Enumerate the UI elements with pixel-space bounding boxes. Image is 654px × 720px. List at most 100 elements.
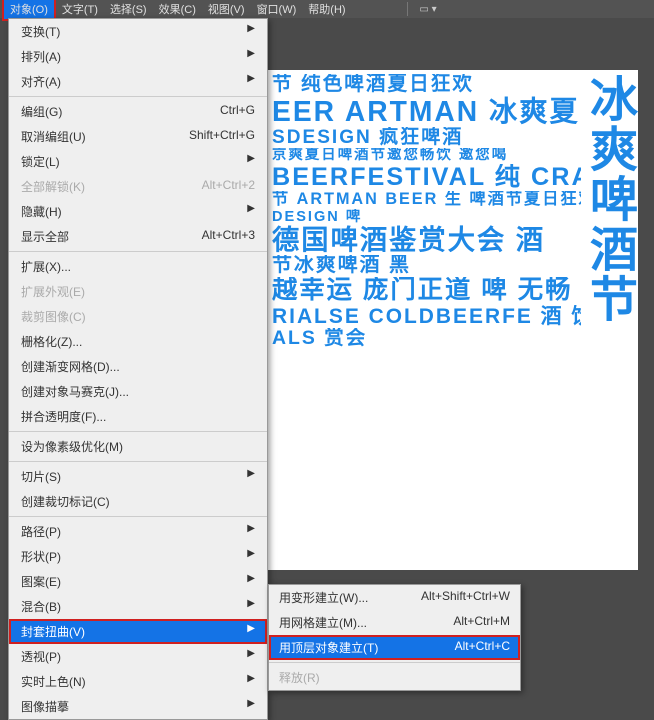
submenu-item-shortcut: Alt+Shift+Ctrl+W — [421, 589, 510, 606]
menu-separator — [9, 251, 267, 252]
menu-item-label: 创建对象马赛克(J)... — [21, 383, 129, 400]
submenu-item[interactable]: 用变形建立(W)... Alt+Shift+Ctrl+W — [269, 585, 520, 610]
menu-separator — [9, 516, 267, 517]
menu-item-label: 隐藏(H) — [21, 203, 62, 220]
menu-separator — [269, 662, 520, 663]
menu-item[interactable]: 编组(G) Ctrl+G — [9, 99, 267, 124]
menu-item-label: 实时上色(N) — [21, 673, 86, 690]
menu-item-label: 创建裁切标记(C) — [21, 493, 110, 510]
menu-item[interactable]: 对齐(A) ▶ — [9, 69, 267, 94]
menu-item-label: 锁定(L) — [21, 153, 60, 170]
submenu-item-label: 用顶层对象建立(T) — [279, 639, 378, 656]
menubar-item[interactable]: 效果(C) — [153, 0, 202, 19]
chevron-right-icon: ▶ — [247, 673, 255, 690]
menu-item-label: 栅格化(Z)... — [21, 333, 82, 350]
menu-item-label: 编组(G) — [21, 103, 62, 120]
chevron-right-icon: ▶ — [247, 548, 255, 565]
menu-item-label: 扩展外观(E) — [21, 283, 85, 300]
chevron-right-icon: ▶ — [247, 523, 255, 540]
menu-item[interactable]: 封套扭曲(V)▶ — [9, 619, 267, 644]
chevron-right-icon: ▶ — [247, 73, 255, 90]
menu-item-label: 裁剪图像(C) — [21, 308, 86, 325]
menu-item-label: 显示全部 — [21, 228, 69, 245]
chevron-right-icon: ▶ — [247, 468, 255, 485]
canvas-text-content: 冰爽啤酒节节 纯色啤酒夏日狂欢EER ARTMAN 冰爽夏日SDESIGN 疯狂… — [268, 70, 638, 570]
menu-item[interactable]: 扩展(X)... — [9, 254, 267, 279]
menu-item-label: 对齐(A) — [21, 73, 61, 90]
chevron-right-icon: ▶ — [247, 573, 255, 590]
menu-item-label: 拼合透明度(F)... — [21, 408, 106, 425]
menubar-item[interactable]: 帮助(H) — [302, 0, 351, 19]
menu-item[interactable]: 隐藏(H) ▶ — [9, 199, 267, 224]
menu-item[interactable]: 创建渐变网格(D)... — [9, 354, 267, 379]
menubar-item[interactable]: 窗口(W) — [251, 0, 303, 19]
menu-item[interactable]: 图像描摹 ▶ — [9, 694, 267, 719]
menu-item-shortcut: Ctrl+G — [220, 103, 255, 120]
menubar-item[interactable]: 视图(V) — [202, 0, 251, 19]
chevron-right-icon: ▶ — [247, 623, 255, 640]
menu-item[interactable]: 混合(B) ▶ — [9, 594, 267, 619]
menu-item[interactable]: 实时上色(N) ▶ — [9, 669, 267, 694]
menu-item-label: 设为像素级优化(M) — [21, 438, 123, 455]
menu-item-label: 取消编组(U) — [21, 128, 86, 145]
menu-item-shortcut: Shift+Ctrl+G — [189, 128, 255, 145]
menu-item[interactable]: 创建对象马赛克(J)... — [9, 379, 267, 404]
submenu-item[interactable]: 用网格建立(M)... Alt+Ctrl+M — [269, 610, 520, 635]
menu-item-label: 路径(P) — [21, 523, 61, 540]
menu-item[interactable]: 切片(S) ▶ — [9, 464, 267, 489]
submenu-item-shortcut: Alt+Ctrl+M — [453, 614, 510, 631]
menubar-item[interactable]: 选择(S) — [104, 0, 153, 19]
menu-item: 全部解锁(K) Alt+Ctrl+2 — [9, 174, 267, 199]
menu-item-label: 变换(T) — [21, 23, 60, 40]
submenu-item: 释放(R) — [269, 665, 520, 690]
menu-item[interactable]: 设为像素级优化(M) — [9, 434, 267, 459]
menu-item-label: 创建渐变网格(D)... — [21, 358, 120, 375]
chevron-right-icon: ▶ — [247, 203, 255, 220]
menu-item[interactable]: 显示全部 Alt+Ctrl+3 — [9, 224, 267, 249]
menu-item[interactable]: 变换(T) ▶ — [9, 19, 267, 44]
menu-item-label: 混合(B) — [21, 598, 61, 615]
menu-item-label: 切片(S) — [21, 468, 61, 485]
chevron-right-icon: ▶ — [247, 48, 255, 65]
menubar-item[interactable]: 文字(T) — [56, 0, 104, 19]
menu-item-label: 扩展(X)... — [21, 258, 71, 275]
menu-item-label: 图案(E) — [21, 573, 61, 590]
chevron-right-icon: ▶ — [247, 23, 255, 40]
menu-item[interactable]: 创建裁切标记(C) — [9, 489, 267, 514]
menu-item-shortcut: Alt+Ctrl+3 — [202, 228, 255, 245]
menu-separator — [9, 96, 267, 97]
menu-item: 扩展外观(E) — [9, 279, 267, 304]
menu-item[interactable]: 取消编组(U) Shift+Ctrl+G — [9, 124, 267, 149]
menu-item[interactable]: 排列(A) ▶ — [9, 44, 267, 69]
menu-item[interactable]: 图案(E) ▶ — [9, 569, 267, 594]
menu-separator — [9, 461, 267, 462]
submenu-item-label: 释放(R) — [279, 669, 320, 686]
menu-item[interactable]: 形状(P) ▶ — [9, 544, 267, 569]
submenu-item-label: 用变形建立(W)... — [279, 589, 368, 606]
menu-item[interactable]: 透视(P)▶ — [9, 644, 267, 669]
menu-item[interactable]: 路径(P) ▶ — [9, 519, 267, 544]
menu-item-label: 形状(P) — [21, 548, 61, 565]
chevron-right-icon: ▶ — [247, 648, 255, 665]
submenu-item-shortcut: Alt+Ctrl+C — [455, 639, 510, 656]
submenu-item-label: 用网格建立(M)... — [279, 614, 367, 631]
object-menu-dropdown: 变换(T) ▶ 排列(A) ▶ 对齐(A) ▶ 编组(G) Ctrl+G 取消编组(U) Shif… — [8, 18, 268, 720]
menu-item-label: 图像描摹 — [21, 698, 69, 715]
menu-item[interactable]: 拼合透明度(F)... — [9, 404, 267, 429]
menu-separator — [9, 431, 267, 432]
chevron-right-icon: ▶ — [247, 598, 255, 615]
submenu-item[interactable]: 用顶层对象建立(T) Alt+Ctrl+C — [269, 635, 520, 660]
menu-item[interactable]: 锁定(L) ▶ — [9, 149, 267, 174]
menu-item-shortcut: Alt+Ctrl+2 — [202, 178, 255, 195]
menubar: 对象(O)文字(T)选择(S)效果(C)视图(V)窗口(W)帮助(H) — [0, 0, 654, 18]
menubar-divider — [407, 2, 408, 16]
envelope-distort-submenu: 用变形建立(W)... Alt+Shift+Ctrl+W 用网格建立(M)... Al… — [268, 584, 521, 691]
menu-item[interactable]: 栅格化(Z)... — [9, 329, 267, 354]
chevron-right-icon: ▶ — [247, 698, 255, 715]
menu-item-label: 排列(A) — [21, 48, 61, 65]
menu-item: 裁剪图像(C) — [9, 304, 267, 329]
chevron-right-icon: ▶ — [247, 153, 255, 170]
options-button[interactable]: ▭ ▾ — [412, 0, 444, 18]
canvas-artwork: 冰爽啤酒节节 纯色啤酒夏日狂欢EER ARTMAN 冰爽夏日SDESIGN 疯狂… — [268, 70, 638, 570]
menu-item-label: 全部解锁(K) — [21, 178, 85, 195]
